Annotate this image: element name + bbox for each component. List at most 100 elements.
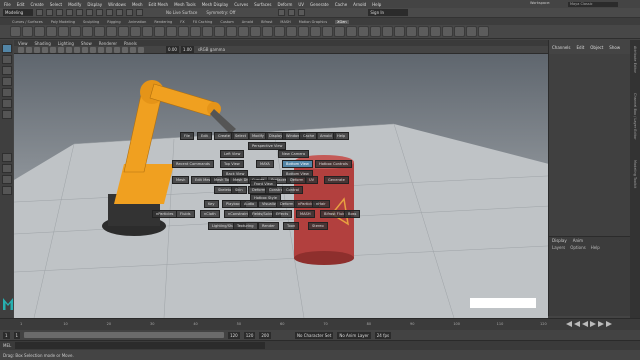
workspace-select[interactable]: Maya Classic	[568, 2, 618, 7]
viewport-menu-view[interactable]: View	[18, 41, 28, 46]
gate-mask-icon[interactable]	[74, 46, 80, 53]
exposure-field[interactable]: 0.00	[166, 46, 179, 53]
shelf-tool-icon[interactable]	[274, 26, 285, 37]
render-settings-icon[interactable]	[298, 9, 306, 16]
shelf-tab-curves-surfaces[interactable]: Curves / Surfaces	[12, 20, 43, 24]
shelf-tab-animation[interactable]: Animation	[129, 20, 147, 24]
shelf-tool-icon[interactable]	[406, 26, 417, 37]
viewport-menu-renderer[interactable]: Renderer	[99, 41, 117, 46]
hotbox-render-stereo[interactable]: Stereo	[308, 222, 328, 230]
shelf-tool-icon[interactable]	[70, 26, 81, 37]
hotbox-menu-edit[interactable]: Edit	[197, 132, 212, 140]
anim-end2-field[interactable]: 200	[259, 331, 272, 339]
shelf-tab-poly-modeling[interactable]: Poly Modeling	[51, 20, 75, 24]
anim-layer-select[interactable]: No Anim Layer	[337, 331, 371, 339]
menu-help[interactable]: Help	[372, 2, 381, 7]
side-tab-modeling-toolkit[interactable]: Modeling Toolkit	[633, 160, 637, 188]
layer-tab-anim[interactable]: Anim	[573, 238, 583, 243]
hotbox-anim-audio[interactable]: Audio	[240, 200, 259, 208]
menu-cache[interactable]: Cache	[335, 2, 347, 7]
bookmark-icon[interactable]	[34, 46, 40, 53]
layer-option-layers[interactable]: Layers	[552, 245, 565, 250]
film-gate-icon[interactable]	[58, 46, 64, 53]
shelf-tab-mash[interactable]: MASH	[280, 20, 290, 24]
channel-tab-object[interactable]: Object	[590, 45, 603, 50]
select-component-icon[interactable]	[106, 9, 113, 16]
hotbox-fx-nparticles[interactable]: nParticles	[152, 210, 178, 218]
open-scene-icon[interactable]	[46, 9, 53, 16]
menu-set-select[interactable]: Modeling	[3, 9, 33, 16]
scale-tool-icon[interactable]	[2, 99, 12, 108]
select-hierarchy-icon[interactable]	[86, 9, 93, 16]
hotbox-fx-fluids[interactable]: Fluids	[176, 210, 195, 218]
shadows-icon[interactable]	[122, 46, 128, 53]
channel-tab-show[interactable]: Show	[609, 45, 620, 50]
hotbox-menu-file[interactable]: File	[180, 132, 195, 140]
range-bar[interactable]	[24, 332, 225, 338]
shelf-tool-icon[interactable]	[46, 26, 57, 37]
shelf-tool-icon[interactable]	[178, 26, 189, 37]
four-view-icon[interactable]	[2, 164, 12, 173]
hotbox-render-texturing[interactable]: Texturing	[233, 222, 258, 230]
redo-icon[interactable]	[76, 9, 83, 16]
grid-icon[interactable]	[50, 46, 56, 53]
smooth-shade-icon[interactable]	[90, 46, 96, 53]
undo-icon[interactable]	[66, 9, 73, 16]
shelf-tool-icon[interactable]	[370, 26, 381, 37]
hotbox-fx-effects[interactable]: Effects	[272, 210, 293, 218]
hotbox-fx-ncloth[interactable]: nCloth	[200, 210, 220, 218]
menu-display[interactable]: Display	[87, 2, 102, 7]
paint-select-icon[interactable]	[2, 66, 12, 75]
shelf-tool-icon[interactable]	[166, 26, 177, 37]
viewport-menu-lighting[interactable]: Lighting	[58, 41, 74, 46]
go-end-icon[interactable]	[606, 321, 612, 327]
shelf-tool-icon[interactable]	[346, 26, 357, 37]
hotbox-menu-help[interactable]: Help	[333, 132, 350, 140]
menu-curves[interactable]: Curves	[234, 2, 248, 7]
shelf-tool-icon[interactable]	[202, 26, 213, 37]
menu-edit-mesh[interactable]: Edit Mesh	[149, 2, 169, 7]
shelf-tool-icon[interactable]	[322, 26, 333, 37]
shelf-tool-icon[interactable]	[418, 26, 429, 37]
gamma-field[interactable]: 1.00	[180, 46, 194, 53]
shelf-tool-icon[interactable]	[430, 26, 441, 37]
rotate-tool-icon[interactable]	[2, 88, 12, 97]
left-view-item[interactable]: Left View	[220, 150, 245, 158]
hotbox-fx-mash[interactable]: MASH	[296, 210, 315, 218]
hotbox-mid-mesh[interactable]: Mesh	[172, 176, 190, 184]
shelf-tab-arnold[interactable]: Arnold	[242, 20, 253, 24]
snap-point-icon[interactable]	[136, 9, 143, 16]
shelf-tool-icon[interactable]	[262, 26, 273, 37]
wireframe-icon[interactable]	[82, 46, 88, 53]
shelf-tool-icon[interactable]	[154, 26, 165, 37]
shelf-tool-icon[interactable]	[82, 26, 93, 37]
hotbox-rig-skin[interactable]: Skin	[231, 186, 247, 194]
xray-icon[interactable]	[138, 46, 144, 53]
menu-generate[interactable]: Generate	[310, 2, 329, 7]
shelf-tool-icon[interactable]	[382, 26, 393, 37]
hotbox-mid-uv[interactable]: UV	[305, 176, 319, 184]
menu-surfaces[interactable]: Surfaces	[254, 2, 271, 7]
render-icon[interactable]	[278, 9, 286, 16]
shelf-tool-icon[interactable]	[454, 26, 465, 37]
ambient-occlusion-icon[interactable]	[130, 46, 136, 53]
shelf-tool-icon[interactable]	[466, 26, 477, 37]
bottom-view-item[interactable]: Bottom View	[282, 160, 313, 168]
viewport-menu-shading[interactable]: Shading	[35, 41, 51, 46]
channel-tab-edit[interactable]: Edit	[577, 45, 585, 50]
play-end-field[interactable]: 120	[228, 331, 240, 339]
default-material-icon[interactable]	[98, 46, 104, 53]
side-tab-channel-box-layer-editor[interactable]: Channel Box / Layer Editor	[633, 93, 637, 140]
outliner-layout-icon[interactable]	[2, 175, 12, 184]
menu-arnold[interactable]: Arnold	[353, 2, 366, 7]
menu-create[interactable]: Create	[30, 2, 43, 7]
menu-deform[interactable]: Deform	[277, 2, 292, 7]
shelf-tab-sculpting[interactable]: Sculpting	[83, 20, 99, 24]
move-tool-icon[interactable]	[2, 77, 12, 86]
shelf-tool-icon[interactable]	[298, 26, 309, 37]
shelf-tool-icon[interactable]	[118, 26, 129, 37]
textured-icon[interactable]	[106, 46, 112, 53]
shelf-tab-motion-graphics[interactable]: Motion Graphics	[299, 20, 327, 24]
symmetry-select[interactable]: Symmetry: Off	[206, 10, 235, 15]
menu-file[interactable]: File	[4, 2, 11, 7]
